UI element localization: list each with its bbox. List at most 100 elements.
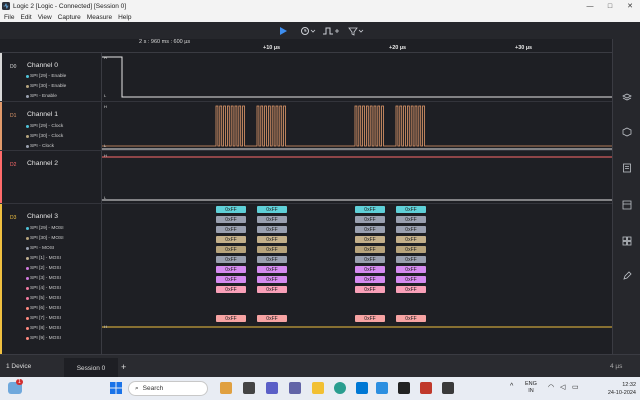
decoded-byte[interactable]: 0xFF <box>216 315 246 322</box>
menu-view[interactable]: View <box>38 14 52 21</box>
trigger-icon[interactable] <box>322 26 340 36</box>
decoded-byte[interactable]: 0xFF <box>257 315 287 322</box>
decoded-byte[interactable]: 0xFF <box>216 266 246 273</box>
decoded-byte[interactable]: 0xFF <box>216 226 246 233</box>
taskbar-search[interactable]: ⌕ Search <box>128 381 208 396</box>
decoded-byte[interactable]: 0xFF <box>396 206 426 213</box>
decoded-byte[interactable]: 0xFF <box>257 246 287 253</box>
menu-measure[interactable]: Measure <box>87 14 112 21</box>
menu-capture[interactable]: Capture <box>58 14 81 21</box>
channel-3-waveform[interactable]: 0xFF 0xFF 0xFF 0xFF 0xFF 0xFF 0xFF 0xFF 0xFF 0xFF… <box>102 204 612 354</box>
vscode-icon[interactable] <box>376 382 388 394</box>
analyzer-label: SPI - Enable <box>30 94 57 99</box>
decoded-byte[interactable]: 0xFF <box>396 276 426 283</box>
app-icon[interactable] <box>220 382 232 394</box>
decoded-byte[interactable]: 0xFF <box>355 276 385 283</box>
decoded-byte[interactable]: 0xFF <box>216 276 246 283</box>
edge-icon[interactable] <box>334 382 346 394</box>
decoded-byte[interactable]: 0xFF <box>216 246 246 253</box>
decoded-byte[interactable]: 0xFF <box>355 286 385 293</box>
waveform-area[interactable]: D0 Channel 0 SPI [29] - Enable SPI [30] … <box>0 53 612 354</box>
decoded-byte[interactable]: 0xFF <box>396 266 426 273</box>
decoded-byte[interactable]: 0xFF <box>396 315 426 322</box>
channel-name: Channel 2 <box>27 160 58 167</box>
timing-markers-icon[interactable] <box>622 200 632 210</box>
play-icon[interactable] <box>278 26 288 36</box>
decoded-byte[interactable]: 0xFF <box>216 236 246 243</box>
minimize-button[interactable]: — <box>580 0 600 12</box>
add-session-button[interactable]: + <box>121 362 126 372</box>
decoded-byte[interactable]: 0xFF <box>396 256 426 263</box>
decoded-byte[interactable]: 0xFF <box>355 256 385 263</box>
decoded-byte[interactable]: 0xFF <box>216 216 246 223</box>
session-tab[interactable]: Session 0 <box>64 358 118 378</box>
terminal-icon[interactable] <box>398 382 410 394</box>
close-button[interactable]: ✕ <box>620 0 640 12</box>
decoded-byte[interactable]: 0xFF <box>257 276 287 283</box>
volume-icon[interactable]: ◁ <box>560 383 565 391</box>
decoded-byte[interactable]: 0xFF <box>396 216 426 223</box>
menu-edit[interactable]: Edit <box>20 14 31 21</box>
decoded-byte[interactable]: 0xFF <box>216 256 246 263</box>
decoded-byte[interactable]: 0xFF <box>257 206 287 213</box>
timer-icon[interactable] <box>300 26 316 36</box>
battery-icon[interactable]: ▭ <box>572 383 579 391</box>
decoded-byte[interactable]: 0xFF <box>257 266 287 273</box>
app-icon[interactable] <box>266 382 278 394</box>
channel-0-waveform[interactable] <box>102 53 612 101</box>
maximize-button[interactable]: □ <box>600 0 620 12</box>
channel-name: Channel 1 <box>27 111 58 118</box>
channel-1-label[interactable]: D1 Channel 1 SPI [29] - Clock SPI [30] -… <box>0 102 102 150</box>
decoded-byte[interactable]: 0xFF <box>355 236 385 243</box>
analyzers-icon[interactable] <box>622 93 632 103</box>
decoded-byte[interactable]: 0xFF <box>396 236 426 243</box>
decoded-byte[interactable]: 0xFF <box>355 266 385 273</box>
decoded-byte[interactable]: 0xFF <box>216 286 246 293</box>
decoded-byte[interactable]: 0xFF <box>396 286 426 293</box>
channel-number: D0 <box>10 64 17 70</box>
app-icon[interactable] <box>420 382 432 394</box>
channel-0-label[interactable]: D0 Channel 0 SPI [29] - Enable SPI [30] … <box>0 53 102 101</box>
high-marker: H <box>104 153 107 158</box>
measure-icon[interactable] <box>622 127 632 137</box>
decoded-byte[interactable]: 0xFF <box>355 246 385 253</box>
decoded-byte[interactable]: 0xFF <box>355 226 385 233</box>
menu-file[interactable]: File <box>4 14 14 21</box>
tray-chevron-icon[interactable]: ^ <box>510 383 513 390</box>
analyzer-dot <box>26 145 29 148</box>
ide-icon[interactable] <box>356 382 368 394</box>
decoded-byte[interactable]: 0xFF <box>355 216 385 223</box>
search-icon: ⌕ <box>135 384 139 392</box>
notes-icon[interactable] <box>622 163 632 173</box>
device-status[interactable]: 1 Device <box>6 363 31 370</box>
teams-icon[interactable] <box>289 382 301 394</box>
decoded-byte[interactable]: 0xFF <box>257 216 287 223</box>
app-icon[interactable] <box>243 382 255 394</box>
decoded-byte[interactable]: 0xFF <box>257 286 287 293</box>
decoded-byte[interactable]: 0xFF <box>216 206 246 213</box>
clock-time: 12:32 <box>622 382 636 388</box>
menu-help[interactable]: Help <box>118 14 131 21</box>
language-indicator[interactable]: ENG IN <box>525 381 537 395</box>
start-icon[interactable] <box>110 382 122 394</box>
wifi-icon[interactable]: ◠ <box>548 383 554 391</box>
decoded-byte[interactable]: 0xFF <box>355 315 385 322</box>
time-scale: 4 µs <box>610 363 623 370</box>
decoded-byte[interactable]: 0xFF <box>257 226 287 233</box>
decoded-byte[interactable]: 0xFF <box>257 256 287 263</box>
filter-icon[interactable] <box>348 26 364 36</box>
channel-1-waveform[interactable] <box>102 102 612 150</box>
clock[interactable]: 12:32 24-10-2024 <box>604 381 636 397</box>
extensions-icon[interactable] <box>622 236 632 246</box>
decoded-byte[interactable]: 0xFF <box>355 206 385 213</box>
channel-2-waveform[interactable] <box>102 151 612 203</box>
channel-3-label[interactable]: D3 Channel 3 SPI [29] - MOSI SPI [30] - M… <box>0 204 102 354</box>
time-ruler[interactable]: 2 s : 960 ms : 600 µs +10 µs +20 µs +30 … <box>0 39 612 53</box>
decoded-byte[interactable]: 0xFF <box>396 246 426 253</box>
file-explorer-icon[interactable] <box>312 382 324 394</box>
channel-2-label[interactable]: D2 Channel 2 <box>0 151 102 203</box>
decoded-byte[interactable]: 0xFF <box>257 236 287 243</box>
decoded-byte[interactable]: 0xFF <box>396 226 426 233</box>
edit-icon[interactable] <box>622 271 632 281</box>
logic-app-icon[interactable] <box>442 382 454 394</box>
